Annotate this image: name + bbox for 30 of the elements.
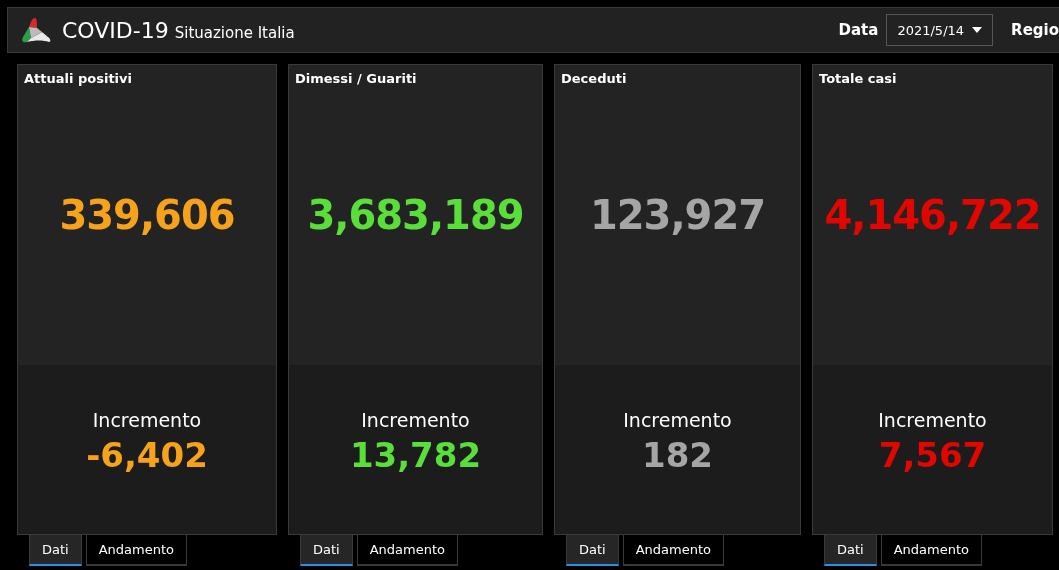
view-tab[interactable]: Andamento (622, 535, 724, 566)
increment-label: Incremento (361, 409, 470, 431)
card-title: Dimessi / Guariti (294, 70, 418, 88)
view-tab[interactable]: Dati (29, 535, 82, 566)
increment-value: 7,567 (878, 435, 987, 475)
view-tab[interactable]: Andamento (85, 535, 187, 566)
caret-icon (972, 27, 983, 33)
increment-label: Incremento (92, 409, 202, 431)
total-value: 4,146,722 (824, 192, 1041, 238)
increment-label: Incremento (623, 409, 732, 431)
view-tab[interactable]: Dati (824, 535, 877, 566)
app-subtitle: Situazione Italia (174, 23, 295, 42)
date-dropdown[interactable]: 2021/5/14 (886, 14, 994, 46)
view-tab[interactable]: Dati (566, 535, 619, 566)
card-title: Deceduti (560, 70, 628, 88)
increment-value: 182 (642, 435, 713, 475)
increment-value: 13,782 (349, 435, 482, 475)
region-label: Regio (1011, 21, 1059, 39)
total-value: 339,606 (59, 192, 235, 238)
card-title: Attuali positivi (23, 70, 133, 88)
date-label: Data (838, 21, 879, 39)
view-tab[interactable]: Dati (300, 535, 353, 566)
total-value: 3,683,189 (307, 192, 524, 238)
app-title: COVID-19 (62, 17, 169, 43)
view-tab[interactable]: Andamento (880, 535, 982, 566)
card-title: Totale casi (818, 70, 898, 88)
total-value: 123,927 (589, 192, 766, 238)
view-tab[interactable]: Andamento (356, 535, 458, 566)
increment-value: -6,402 (86, 435, 208, 475)
increment-label: Incremento (878, 409, 987, 431)
